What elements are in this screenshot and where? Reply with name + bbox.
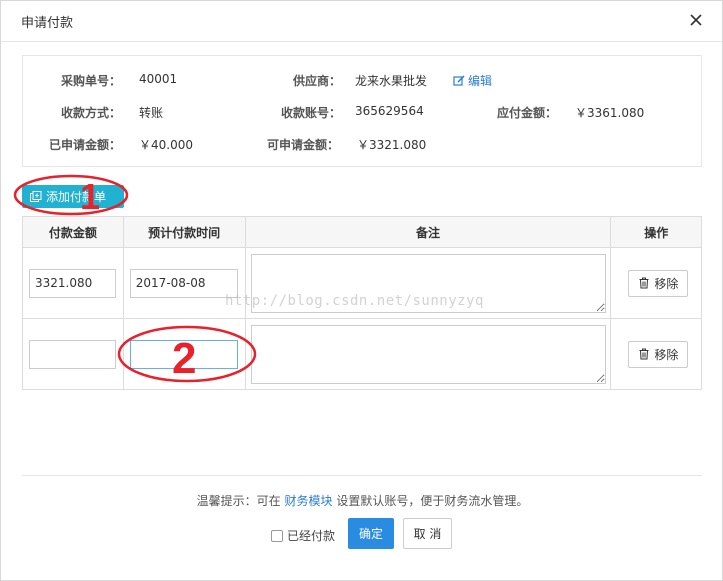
tip-prefix: 温馨提示：可在 — [196, 494, 285, 508]
cancel-button[interactable]: 取 消 — [403, 518, 452, 549]
remove-row-button[interactable]: 移除 — [628, 340, 689, 368]
date-input[interactable] — [129, 339, 238, 369]
close-icon[interactable] — [686, 10, 706, 30]
note-textarea[interactable] — [250, 253, 606, 313]
po-number-label: 采购单号： — [61, 74, 122, 88]
account-value: 365629564 — [355, 104, 424, 118]
table-row: 移除 — [22, 247, 702, 319]
header-note: 备注 — [244, 216, 612, 248]
amount-input[interactable] — [29, 268, 116, 298]
available-amount-label: 可申请金额： — [267, 138, 340, 152]
table-header-row: 付款金额 预计付款时间 备注 操作 — [22, 216, 702, 248]
edit-supplier-link[interactable]: 编辑 — [453, 72, 492, 89]
applied-amount-label: 已申请金额： — [49, 138, 122, 152]
note-textarea[interactable] — [250, 324, 606, 384]
remove-label: 移除 — [654, 276, 679, 291]
dialog-title: 申请付款 — [21, 16, 74, 31]
pay-method-value: 转账 — [139, 106, 164, 120]
trash-icon — [639, 348, 649, 360]
date-input[interactable] — [129, 268, 238, 298]
finance-module-link[interactable]: 财务模块 — [284, 494, 332, 508]
payment-request-dialog: 申请付款 采购单号： 40001 供应商： 龙来水果批发 编辑 收款方式： 转账… — [0, 0, 723, 581]
edit-icon — [453, 74, 465, 86]
edit-label: 编辑 — [468, 74, 493, 88]
add-payment-label: 添加付款单 — [46, 190, 107, 204]
account-label: 收款账号： — [281, 106, 342, 120]
remove-row-button[interactable]: 移除 — [628, 269, 689, 297]
header-amount: 付款金额 — [22, 216, 124, 248]
tip-suffix: 设置默认账号，便于财务流水管理。 — [332, 494, 529, 508]
footer-divider — [22, 475, 702, 476]
header-date: 预计付款时间 — [122, 216, 246, 248]
available-amount-value: ￥3321.080 — [357, 138, 427, 152]
table-row: 移除 — [22, 318, 702, 390]
amount-input[interactable] — [29, 339, 116, 369]
supplier-value: 龙来水果批发 — [355, 74, 428, 88]
add-payment-button[interactable]: 添加付款单 — [22, 185, 124, 208]
remove-label: 移除 — [654, 347, 679, 362]
order-info-panel: 采购单号： 40001 供应商： 龙来水果批发 编辑 收款方式： 转账 收款账号… — [22, 55, 702, 167]
header-operation: 操作 — [610, 216, 702, 248]
dialog-header: 申请付款 — [1, 1, 722, 42]
footer-tip: 温馨提示：可在 财务模块 设置默认账号，便于财务流水管理。 — [1, 492, 723, 509]
po-number-value: 40001 — [139, 72, 178, 86]
trash-icon — [639, 277, 649, 289]
payment-table: 付款金额 预计付款时间 备注 操作 移除 — [22, 216, 702, 390]
payable-value: ￥3361.080 — [575, 106, 645, 120]
applied-amount-value: ￥40.000 — [139, 138, 193, 152]
pay-method-label: 收款方式： — [61, 106, 122, 120]
payable-label: 应付金额： — [497, 106, 558, 120]
supplier-label: 供应商： — [293, 74, 342, 88]
copy-plus-icon — [30, 190, 42, 202]
confirm-button[interactable]: 确定 — [348, 518, 394, 549]
checkbox-box[interactable] — [271, 529, 283, 542]
already-paid-label: 已经付款 — [287, 529, 336, 543]
already-paid-checkbox[interactable]: 已经付款 — [271, 527, 335, 544]
